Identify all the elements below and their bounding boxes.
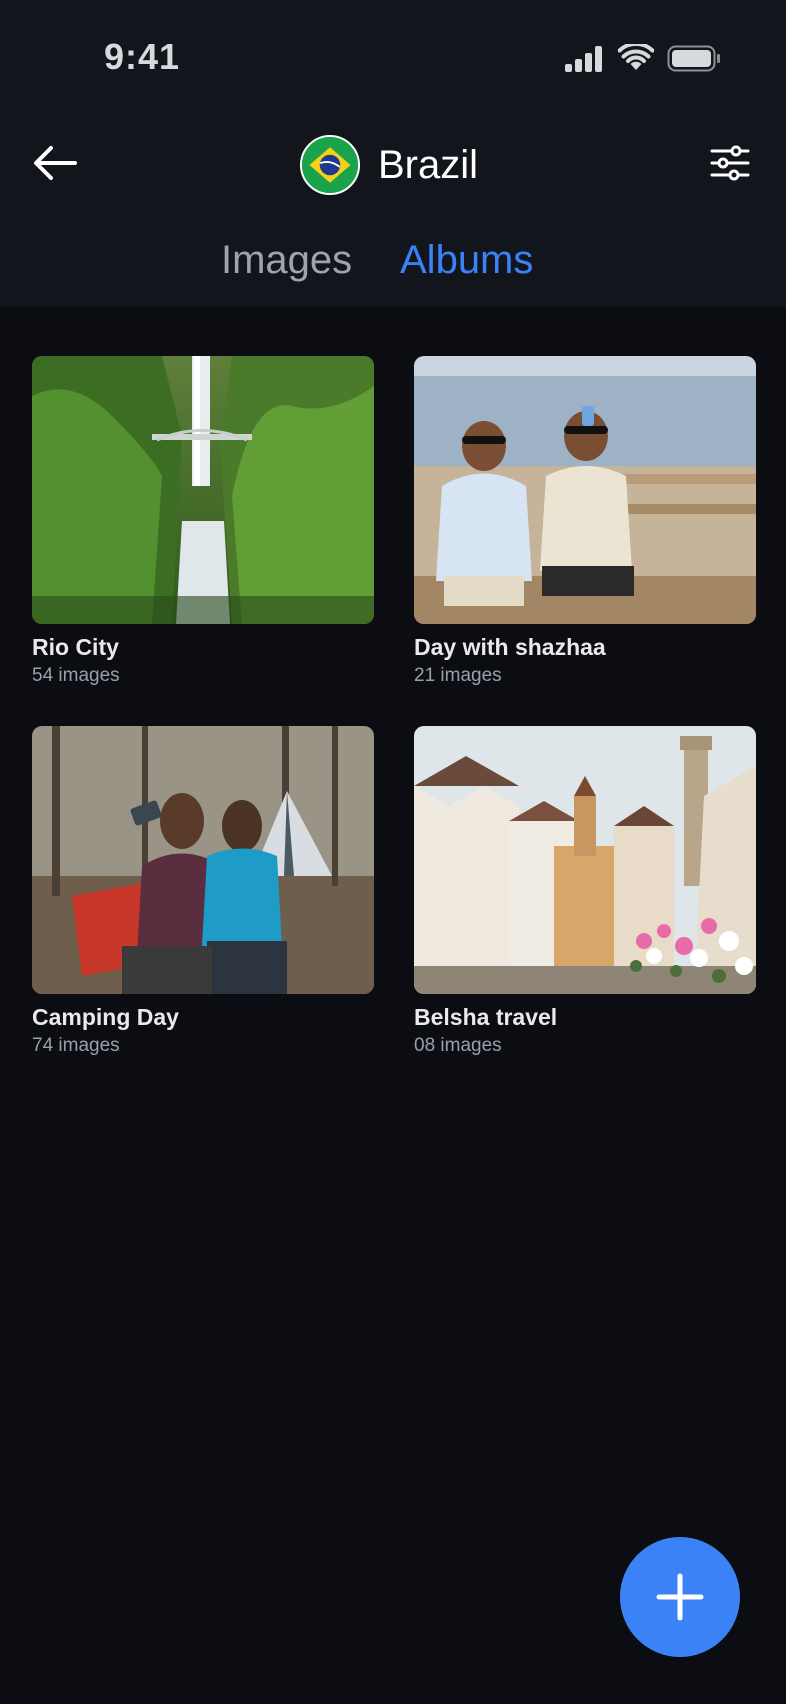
filter-button[interactable] bbox=[706, 140, 754, 186]
status-bar: 9:41 bbox=[0, 0, 786, 110]
album-title: Belsha travel bbox=[414, 1004, 558, 1030]
album-count: 21 images bbox=[414, 665, 502, 686]
nav-bar: Brazil bbox=[0, 120, 786, 210]
wifi-icon bbox=[618, 44, 654, 70]
albums-screen: 9:41 Brazil Images Albums Rio City 54 im… bbox=[0, 0, 786, 1704]
plus-icon bbox=[656, 1573, 704, 1621]
album-thumbnail[interactable] bbox=[414, 726, 756, 994]
status-time: 9:41 bbox=[104, 36, 181, 77]
tab-bar: Images Albums bbox=[0, 232, 786, 288]
page-title: Brazil bbox=[378, 142, 479, 187]
add-album-button[interactable] bbox=[620, 1537, 740, 1657]
album-count: 08 images bbox=[414, 1035, 502, 1056]
album-card[interactable]: Day with shazhaa 21 images bbox=[414, 356, 756, 688]
album-card[interactable]: Rio City 54 images bbox=[32, 356, 374, 688]
album-title: Rio City bbox=[32, 634, 119, 660]
page-title-group: Brazil bbox=[300, 134, 478, 196]
album-title: Camping Day bbox=[32, 1004, 179, 1030]
tab-albums[interactable]: Albums bbox=[400, 232, 533, 288]
filter-sliders-icon bbox=[710, 145, 750, 181]
album-count: 54 images bbox=[32, 665, 120, 686]
back-button[interactable] bbox=[30, 140, 80, 186]
album-card[interactable]: Camping Day 74 images bbox=[32, 726, 374, 1058]
album-card[interactable]: Belsha travel 08 images bbox=[414, 726, 756, 1058]
album-thumbnail[interactable] bbox=[32, 356, 374, 624]
battery-icon bbox=[667, 45, 720, 72]
brazil-flag-icon bbox=[300, 135, 360, 195]
album-thumbnail[interactable] bbox=[414, 356, 756, 624]
signal-icon bbox=[565, 46, 605, 72]
back-arrow-icon bbox=[34, 146, 77, 180]
album-count: 74 images bbox=[32, 1035, 120, 1056]
tab-images[interactable]: Images bbox=[221, 232, 352, 288]
header: 9:41 Brazil Images Albums bbox=[0, 0, 786, 307]
album-thumbnail[interactable] bbox=[32, 726, 374, 994]
album-title: Day with shazhaa bbox=[414, 634, 606, 660]
